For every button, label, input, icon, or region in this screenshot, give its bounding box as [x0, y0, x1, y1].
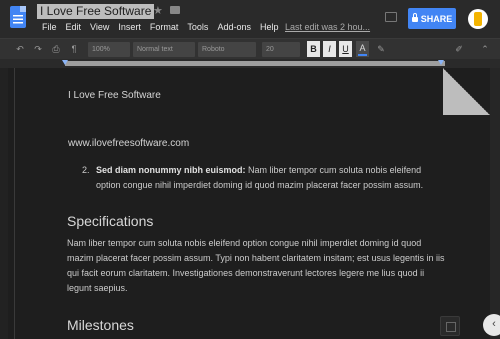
zoom-select[interactable]: 100%: [88, 42, 130, 57]
right-indent-marker[interactable]: [438, 60, 444, 65]
paragraph-specifications[interactable]: Nam liber tempor cum soluta nobis eleife…: [67, 236, 447, 296]
menu-format[interactable]: Format: [150, 22, 179, 32]
font-select[interactable]: Roboto: [198, 42, 256, 57]
document-title[interactable]: I Love Free Software: [37, 4, 155, 19]
text-color-button[interactable]: A: [356, 41, 369, 57]
menu-tools[interactable]: Tools: [187, 22, 208, 32]
comment-icon[interactable]: [385, 12, 397, 22]
collapse-icon[interactable]: ⌃: [478, 42, 492, 57]
folder-icon[interactable]: [170, 6, 180, 14]
vertical-ruler: [0, 68, 8, 339]
menu-insert[interactable]: Insert: [118, 22, 141, 32]
list-item[interactable]: Sed diam nonummy nibh euismod: Nam liber…: [96, 163, 441, 193]
heading-milestones[interactable]: Milestones: [67, 317, 134, 333]
docs-icon[interactable]: [10, 6, 26, 28]
bold-button[interactable]: B: [307, 41, 320, 57]
margin-line: [14, 68, 15, 339]
menu-addons[interactable]: Add-ons: [217, 22, 251, 32]
document-page[interactable]: [20, 68, 490, 339]
scrollbar[interactable]: [490, 68, 500, 339]
paint-format-icon[interactable]: ¶: [67, 42, 81, 57]
app-header: I Love Free Software ★ File Edit View In…: [0, 0, 500, 38]
menu-edit[interactable]: Edit: [66, 22, 82, 32]
doc-url-line[interactable]: www.ilovefreesoftware.com: [68, 138, 189, 149]
toolbar: ↶ ↷ ⎙ ¶ 100% Normal text Roboto 20 B I U…: [0, 38, 500, 59]
print-icon[interactable]: ⎙: [49, 42, 63, 57]
highlight-icon[interactable]: ✎: [374, 42, 388, 57]
last-edit-link[interactable]: Last edit was 2 hou...: [285, 22, 370, 32]
undo-icon[interactable]: ↶: [13, 42, 27, 57]
lock-icon: [411, 13, 418, 22]
share-button[interactable]: SHARE: [408, 8, 456, 29]
chevron-left-icon[interactable]: ‹: [483, 314, 500, 336]
horizontal-ruler[interactable]: [0, 59, 500, 68]
underline-button[interactable]: U: [339, 41, 352, 57]
redo-icon[interactable]: ↷: [31, 42, 45, 57]
explore-icon[interactable]: [440, 316, 460, 336]
menu-bar: File Edit View Insert Format Tools Add-o…: [42, 22, 287, 32]
page-fold: [443, 68, 490, 115]
italic-button[interactable]: I: [323, 41, 336, 57]
font-size-select[interactable]: 20: [262, 42, 300, 57]
left-indent-marker[interactable]: [62, 60, 68, 65]
edit-mode-icon[interactable]: ✐: [452, 42, 466, 57]
ruler-bar: [65, 61, 445, 66]
star-icon[interactable]: ★: [153, 4, 163, 17]
heading-specifications[interactable]: Specifications: [67, 213, 153, 229]
menu-file[interactable]: File: [42, 22, 57, 32]
menu-help[interactable]: Help: [260, 22, 279, 32]
list-item-bold: Sed diam nonummy nibh euismod:: [96, 165, 246, 175]
avatar[interactable]: [468, 9, 488, 29]
doc-name-line[interactable]: I Love Free Software: [68, 90, 161, 101]
style-select[interactable]: Normal text: [133, 42, 195, 57]
list-number: 2.: [82, 165, 90, 175]
menu-view[interactable]: View: [90, 22, 109, 32]
share-label: SHARE: [420, 13, 453, 24]
